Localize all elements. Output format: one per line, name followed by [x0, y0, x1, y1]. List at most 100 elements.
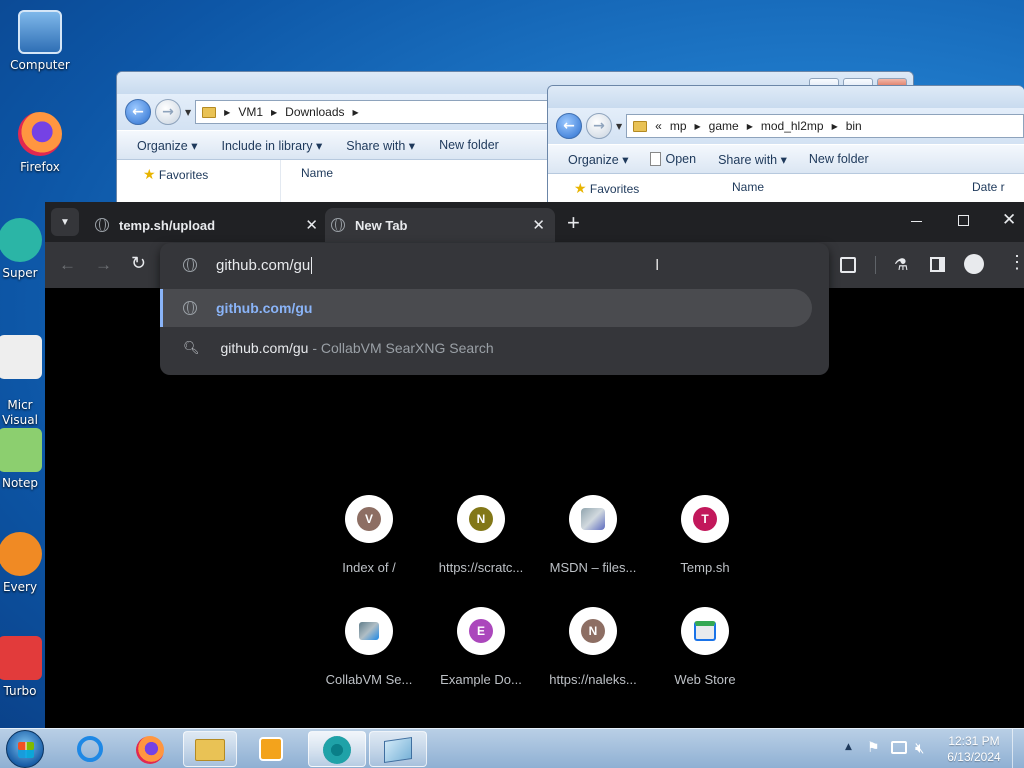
volume-muted-icon[interactable]: 🔇︎ — [915, 739, 924, 757]
forward-arrow-icon[interactable]: → — [95, 255, 112, 275]
labs-flask-icon[interactable]: ⚗ — [894, 255, 908, 275]
omnibox-input[interactable]: github.com/gu I — [160, 243, 829, 287]
clock[interactable]: 12:31 PM 6/13/2024 — [944, 733, 1004, 765]
overflow-chevron-icon[interactable]: « — [655, 119, 662, 133]
app-icon — [0, 218, 42, 262]
tab-title: New Tab — [355, 217, 408, 233]
breadcrumb-item[interactable]: Downloads — [285, 105, 344, 119]
window-minimize-icon[interactable] — [911, 221, 922, 222]
show-desktop-button[interactable] — [1012, 729, 1024, 768]
suggestion-suffix: - CollabVM SearXNG Search — [308, 340, 494, 356]
shortcut-tile[interactable]: CollabVM Se... — [313, 607, 425, 687]
chrome-window[interactable]: ▼ temp.sh/upload ✕ New Tab ✕ + ✕ ← → ↻ ⚗… — [45, 202, 1024, 728]
share-with-button[interactable]: Share with ▾ — [346, 138, 415, 153]
window-close-icon[interactable]: ✕ — [1002, 210, 1016, 230]
omnibox-text: github.com/gu — [216, 256, 311, 274]
tab-close-icon[interactable]: ✕ — [532, 216, 545, 234]
text-cursor — [311, 256, 313, 274]
forward-button[interactable]: → — [155, 99, 181, 125]
breadcrumb-item[interactable]: bin — [846, 119, 862, 133]
shortcut-tile[interactable]: E Example Do... — [425, 607, 537, 687]
include-label: Include in library — [221, 138, 313, 153]
organize-label: Organize — [137, 138, 188, 153]
forward-button[interactable]: → — [586, 113, 612, 139]
suggestion-text: github.com/gu — [220, 340, 309, 356]
desktop-icon-label: Computer — [10, 58, 70, 72]
tab-search-button[interactable]: ▼ — [51, 208, 79, 236]
tab-new-tab[interactable]: New Tab ✕ — [325, 208, 555, 242]
tab-close-icon[interactable]: ✕ — [305, 216, 318, 234]
taskbar-firefox-button[interactable] — [123, 731, 177, 767]
star-icon: ★ — [143, 166, 156, 182]
search-icon: 🔍︎ — [183, 340, 200, 355]
omnibox-suggestion-url[interactable]: github.com/gu — [160, 289, 812, 327]
reload-icon[interactable]: ↻ — [131, 253, 146, 274]
letter-avatar-icon: V — [357, 507, 381, 531]
taskbar-explorer-button[interactable] — [183, 731, 237, 767]
favorites-link[interactable]: Favorites — [159, 168, 208, 182]
desktop-icon-label: Super — [2, 266, 38, 280]
omnibox-suggestion-search[interactable]: 🔍︎ github.com/gu - CollabVM SearXNG Sear… — [160, 329, 812, 367]
shortcut-tile[interactable]: N https://naleks... — [537, 607, 649, 687]
breadcrumb-item[interactable]: mod_hl2mp — [761, 119, 824, 133]
back-button[interactable]: ← — [556, 113, 582, 139]
network-icon[interactable] — [891, 741, 907, 754]
menu-kebab-icon[interactable]: ⋮ — [1008, 252, 1024, 273]
taskbar: ▲ ⚑ 🔇︎ 12:31 PM 6/13/2024 — [0, 728, 1024, 768]
suggestion-text: github.com/gu — [216, 300, 313, 316]
shortcut-tile[interactable]: MSDN – files... — [537, 495, 649, 575]
share-with-button[interactable]: Share with ▾ — [718, 152, 787, 167]
action-center-flag-icon[interactable]: ⚑ — [867, 740, 880, 756]
desktop-icon-computer[interactable]: Computer — [0, 10, 80, 72]
start-button[interactable] — [6, 730, 44, 768]
shortcut-label: https://scratc... — [438, 560, 524, 575]
taskbar-ie-button[interactable] — [63, 731, 117, 767]
history-dropdown-icon[interactable]: ▼ — [185, 108, 191, 117]
app-window-icon — [384, 737, 412, 763]
back-button[interactable]: ← — [125, 99, 151, 125]
app-icon — [0, 636, 42, 680]
firefox-icon — [136, 736, 164, 764]
include-in-library-button[interactable]: Include in library ▾ — [221, 138, 322, 153]
tab-strip[interactable]: ▼ temp.sh/upload ✕ New Tab ✕ + ✕ — [45, 202, 1024, 242]
shortcut-tile[interactable]: T Temp.sh — [649, 495, 761, 575]
new-tab-plus-icon[interactable]: + — [567, 210, 580, 236]
desktop-icon-label: Turbo — [3, 684, 37, 698]
taskbar-chrome-button[interactable] — [308, 731, 366, 767]
desktop-icon-firefox[interactable]: Firefox — [0, 112, 80, 174]
tab-temp-sh-upload[interactable]: temp.sh/upload ✕ — [93, 208, 318, 242]
back-arrow-icon[interactable]: ← — [59, 255, 76, 275]
computer-icon — [18, 10, 62, 54]
history-dropdown-icon[interactable]: ▼ — [616, 122, 622, 131]
ibeam-cursor-icon: I — [655, 257, 660, 274]
shortcut-tile[interactable]: N https://scratc... — [425, 495, 537, 575]
window-titlebar[interactable] — [548, 86, 1024, 108]
breadcrumb-item[interactable]: mp — [670, 119, 687, 133]
shortcut-label: Temp.sh — [680, 560, 730, 575]
new-folder-button[interactable]: New folder — [439, 138, 499, 152]
address-bar[interactable]: « mp ▶ game ▶ mod_hl2mp ▶ bin — [626, 114, 1024, 138]
new-folder-button[interactable]: New folder — [809, 152, 869, 166]
organize-button[interactable]: Organize ▾ — [568, 152, 628, 167]
shortcut-favicon: T — [681, 495, 729, 543]
letter-avatar-icon: N — [581, 619, 605, 643]
open-button[interactable]: Open — [650, 152, 696, 167]
clock-date: 6/13/2024 — [947, 750, 1001, 764]
window-maximize-icon[interactable] — [958, 215, 969, 226]
extensions-puzzle-icon[interactable] — [840, 257, 856, 273]
shortcut-tile[interactable]: Web Store — [649, 607, 761, 687]
taskbar-media-player-button[interactable] — [244, 731, 298, 767]
favorites-link[interactable]: Favorites — [590, 182, 639, 196]
collabvm-favicon-icon — [359, 622, 379, 640]
shortcut-label: CollabVM Se... — [325, 672, 413, 687]
breadcrumb-item[interactable]: game — [709, 119, 739, 133]
taskbar-app-button[interactable] — [369, 731, 427, 767]
shortcut-tile[interactable]: V Index of / — [313, 495, 425, 575]
show-hidden-icons-button[interactable]: ▲ — [845, 742, 852, 752]
shortcut-label: Index of / — [342, 560, 396, 575]
organize-button[interactable]: Organize ▾ — [137, 138, 197, 153]
profile-avatar-icon[interactable] — [964, 254, 984, 274]
side-panel-icon[interactable] — [930, 257, 945, 272]
breadcrumb-item[interactable]: VM1 — [238, 105, 263, 119]
toolbar-divider — [875, 256, 876, 274]
